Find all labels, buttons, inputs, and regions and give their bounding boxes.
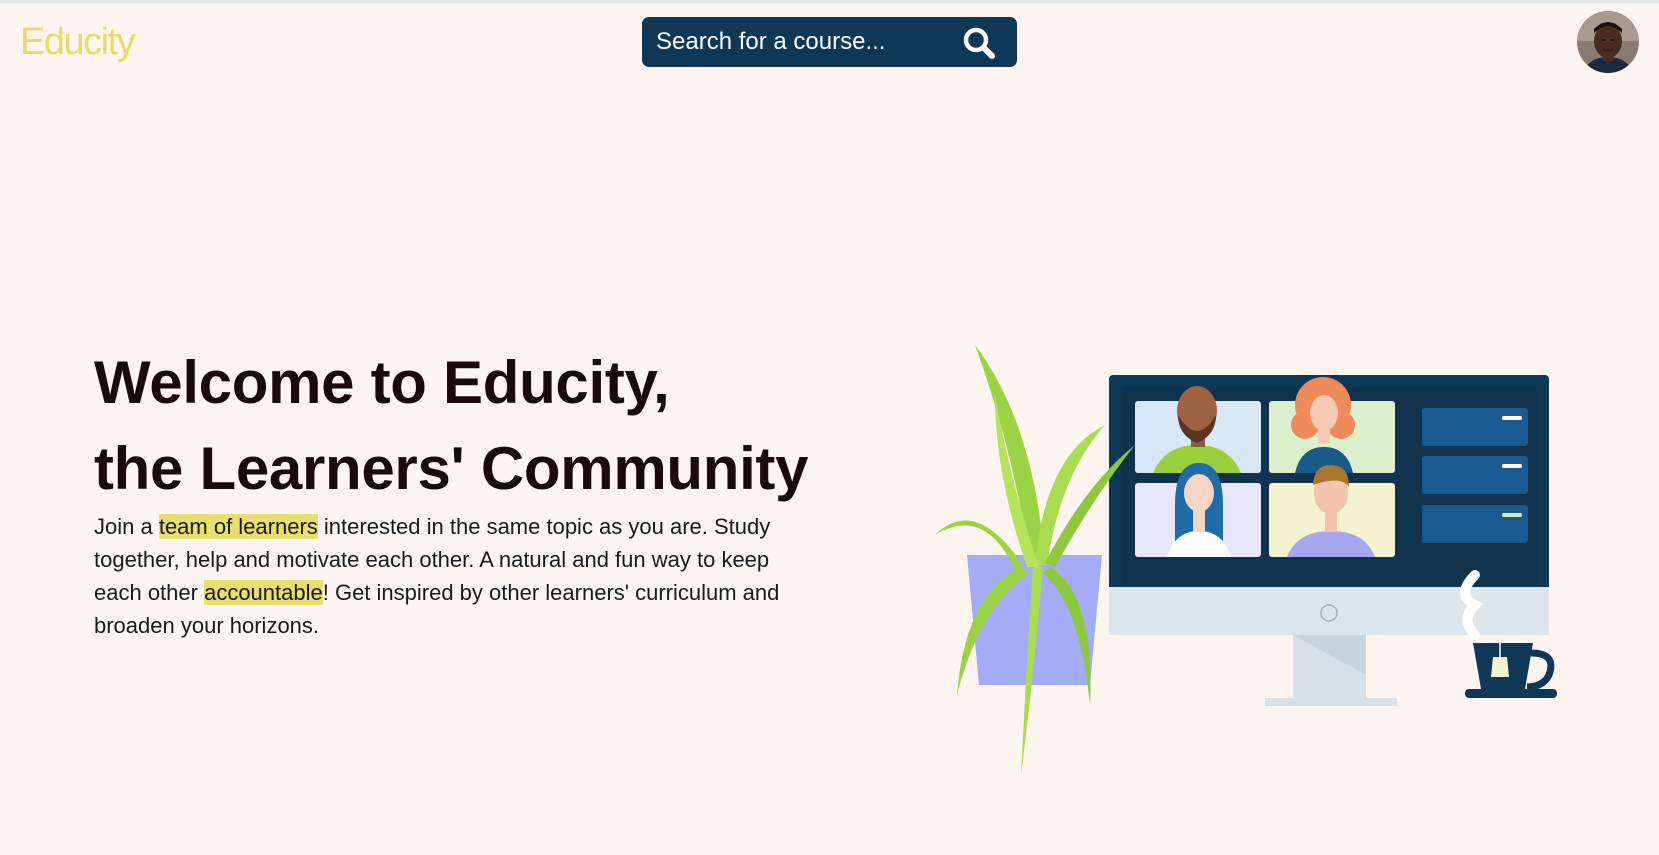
hero-illustration bbox=[935, 335, 1575, 785]
logo[interactable]: Educity bbox=[20, 20, 136, 64]
highlight-team-of-learners: team of learners bbox=[158, 514, 318, 539]
hero-description: Join a team of learners interested in th… bbox=[94, 510, 814, 642]
plant-illustration bbox=[935, 345, 1135, 775]
hero-text-part-1: Join a bbox=[94, 514, 159, 539]
hero-title: Welcome to Educity, the Learners' Commun… bbox=[94, 340, 808, 512]
top-border bbox=[0, 0, 1659, 3]
search-bar[interactable] bbox=[642, 17, 1017, 67]
search-input[interactable] bbox=[656, 25, 946, 59]
hero-title-line-1: Welcome to Educity, bbox=[94, 349, 670, 416]
highlight-accountable: accountable bbox=[204, 580, 323, 605]
hero-title-line-2: the Learners' Community bbox=[94, 435, 809, 502]
avatar[interactable] bbox=[1577, 11, 1639, 73]
search-icon[interactable] bbox=[961, 25, 997, 61]
